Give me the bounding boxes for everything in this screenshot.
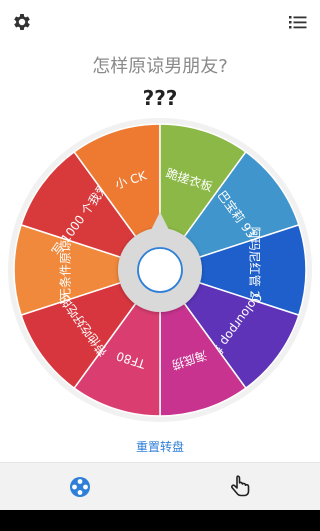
gear-icon xyxy=(14,14,30,30)
list-icon xyxy=(289,16,307,29)
question-title: 怎样原谅男朋友? xyxy=(92,56,228,77)
wheel-graphic: 无条件原谅写 1000 个我爱你小 CK 跪搓衣板巴宝莉 93阿玛尼红管 201C… xyxy=(8,118,312,422)
top-bar xyxy=(0,0,320,44)
tab-tap[interactable] xyxy=(160,463,320,511)
hub-center xyxy=(137,247,183,293)
hand-tap-icon xyxy=(231,475,250,497)
reset-wheel-link[interactable]: 重置转盘 xyxy=(0,438,320,455)
spin-result: ??? xyxy=(142,86,178,110)
tab-wheel[interactable] xyxy=(0,463,160,511)
spin-wheel[interactable]: 无条件原谅写 1000 个我爱你小 CK 跪搓衣板 巴宝莉 93 阿玛尼红管 201 C… xyxy=(0,110,320,430)
settings-button[interactable] xyxy=(8,8,36,36)
system-nav-bar xyxy=(0,510,320,531)
list-button[interactable] xyxy=(284,8,312,36)
bottom-tab-bar xyxy=(0,462,320,511)
wheel-icon xyxy=(70,477,90,497)
